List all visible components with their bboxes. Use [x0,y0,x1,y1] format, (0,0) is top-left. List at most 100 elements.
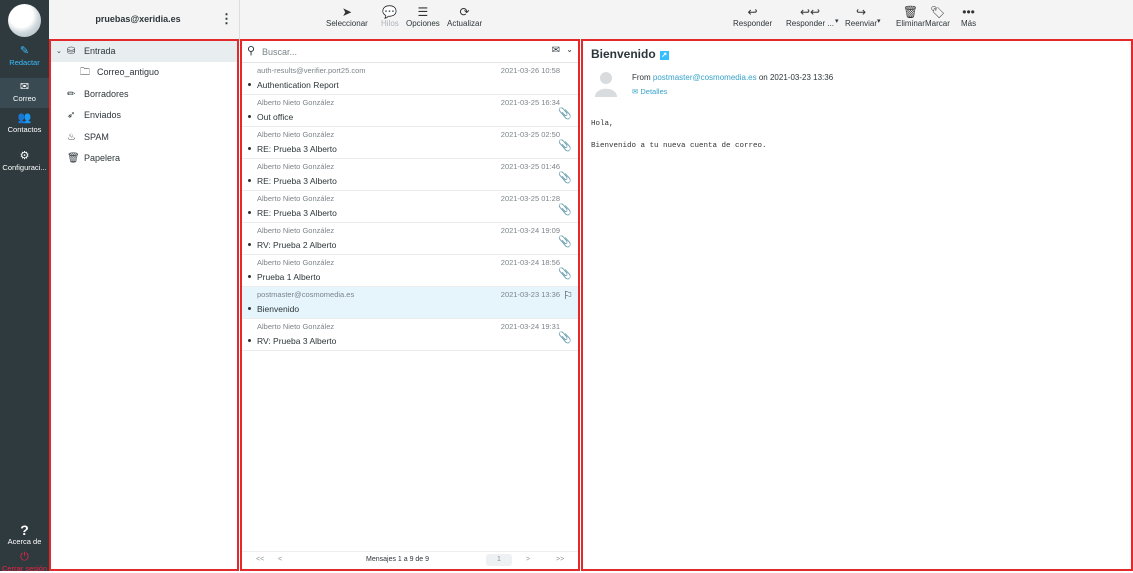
attachment-icon: 📎 [558,172,572,184]
envelope-icon: ✉ [19,81,30,93]
more-button[interactable]: ••• Más [961,5,976,28]
message-from: auth-results@verifier.port25.com [257,66,366,75]
select-button[interactable]: ➤ Seleccionar [326,5,368,28]
next-page-button[interactable]: > [526,556,530,563]
mark-button[interactable]: 🏷 Marcar [925,5,950,28]
paper-plane-icon: ➶ [67,110,76,121]
account-header: pruebas@xeridia.es ⋮ [49,0,240,41]
unread-dot-icon [248,211,251,214]
trash-icon: 🗑 [67,153,80,164]
message-date: 2021-03-25 01:28 [500,194,560,203]
folder-label: Entrada [84,46,116,56]
prev-page-button[interactable]: < [278,556,282,563]
forward-label: Reenviar [845,19,878,28]
page-number-input[interactable]: 1 [486,554,512,566]
open-external-icon[interactable]: ↗ [659,51,669,60]
settings-nav-button[interactable]: ⚙ Configuraci... [0,150,49,172]
message-date: 2021-03-25 01:46 [500,162,560,171]
reply-button[interactable]: ↩ Responder [733,5,772,28]
reply-all-button[interactable]: ↩↩ Responder ... [786,5,834,28]
top-toolbar: pruebas@xeridia.es ⋮ ➤ Seleccionar 💬 Hil… [49,0,1133,41]
details-link[interactable]: ✉ Detalles [632,87,668,96]
logout-button[interactable]: ⏻ Cerrar sesión [0,551,49,573]
mail-label: Correo [13,94,36,103]
threads-button[interactable]: 💬 Hilos [381,5,399,28]
unread-dot-icon [248,307,251,310]
chevron-down-icon[interactable]: ⌄ [566,45,573,54]
attachment-icon: 📎 [558,108,572,120]
last-page-button[interactable]: >> [556,556,564,563]
message-row-selected[interactable]: postmaster@cosmomedia.es 2021-03-23 13:3… [242,287,578,319]
mail-nav-button[interactable]: ✉ Correo [0,78,49,108]
about-button[interactable]: ? Acerca de [0,523,49,546]
unread-dot-icon [248,275,251,278]
forward-dropdown-icon[interactable]: ▾ [877,17,881,25]
tag-icon: 🏷 [929,5,946,19]
message-from: Alberto Nieto González [257,98,335,107]
account-name: pruebas@xeridia.es [95,14,181,24]
account-menu-icon[interactable]: ⋮ [220,11,233,27]
message-date: 2021-03-24 18:56 [500,258,560,267]
message-row[interactable]: Alberto Nieto González 2021-03-24 19:31 … [242,319,578,351]
message-row[interactable]: Alberto Nieto González 2021-03-25 01:46 … [242,159,578,191]
message-row[interactable]: auth-results@verifier.port25.com 2021-03… [242,63,578,95]
message-from: Alberto Nieto González [257,258,335,267]
trash-icon: 🗑 [902,5,919,19]
message-date: 2021-03-24 19:09 [500,226,560,235]
delete-label: Eliminar [896,19,925,28]
forward-button[interactable]: ↪ Reenviar [845,5,877,28]
folder-correo-antiguo[interactable]: 🗀 Correo_antiguo [51,62,237,83]
folder-drafts[interactable]: ✏ Borradores [51,84,237,105]
reply-label: Responder [733,19,773,28]
options-label: Opciones [406,19,440,28]
message-subject: RV: Prueba 3 Alberto [257,336,337,346]
settings-label: Configuraci... [2,163,47,172]
folder-label: Borradores [84,89,129,99]
threads-label: Hilos [381,19,399,28]
unread-dot-icon [248,83,251,86]
folder-trash[interactable]: 🗑 Papelera [51,148,237,169]
folder-label: SPAM [84,132,109,142]
message-date: 2021-03-26 10:58 [500,66,560,75]
gear-icon: ⚙ [19,150,30,162]
contacts-nav-button[interactable]: 👥 Contactos [0,112,49,134]
refresh-button[interactable]: ⟳ Actualizar [447,5,482,28]
compose-button[interactable]: ✎ Redactar [0,45,49,67]
sender-link[interactable]: postmaster@cosmomedia.es [653,73,757,82]
attachment-icon: 📎 [558,332,572,344]
fire-icon: ♨ [67,132,76,143]
message-from: Alberto Nieto González [257,130,335,139]
options-button[interactable]: ☰ Opciones [406,5,440,28]
folder-inbox[interactable]: ⌄ ⛁ Entrada [51,41,237,62]
search-input[interactable] [260,45,460,58]
about-label: Acerca de [7,537,42,546]
logout-label: Cerrar sesión [1,564,47,573]
message-row[interactable]: Alberto Nieto González 2021-03-25 01:28 … [242,191,578,223]
message-subject: RE: Prueba 3 Alberto [257,144,337,154]
chevron-down-icon[interactable]: ⌄ [56,41,62,62]
envelope-filter-icon[interactable]: ✉ [552,45,560,56]
folder-spam[interactable]: ♨ SPAM [51,127,237,148]
message-row[interactable]: Alberto Nieto González 2021-03-25 02:50 … [242,127,578,159]
mark-label: Marcar [925,19,950,28]
message-from: postmaster@cosmomedia.es [257,290,355,299]
app-logo[interactable] [8,4,41,37]
ellipsis-icon: ••• [962,5,975,19]
first-page-button[interactable]: << [256,556,264,563]
folder-label: Enviados [84,110,122,120]
power-icon: ⏻ [20,551,29,563]
message-body-line: Hola, [591,120,614,128]
message-row[interactable]: Alberto Nieto González 2021-03-24 18:56 … [242,255,578,287]
unread-dot-icon [248,115,251,118]
delete-button[interactable]: 🗑 Eliminar [896,5,925,28]
message-row[interactable]: Alberto Nieto González 2021-03-24 19:09 … [242,223,578,255]
message-row[interactable]: Alberto Nieto González 2021-03-25 16:34 … [242,95,578,127]
reply-all-dropdown-icon[interactable]: ▾ [835,17,839,25]
users-icon: 👥 [17,112,32,124]
flag-icon[interactable]: ⚐ [563,289,573,302]
search-icon[interactable]: ⚲ [247,44,255,57]
more-label: Más [961,19,977,28]
folder-sent[interactable]: ➶ Enviados [51,105,237,126]
reply-icon: ↩ [747,5,758,19]
reply-all-label: Responder ... [786,19,835,28]
